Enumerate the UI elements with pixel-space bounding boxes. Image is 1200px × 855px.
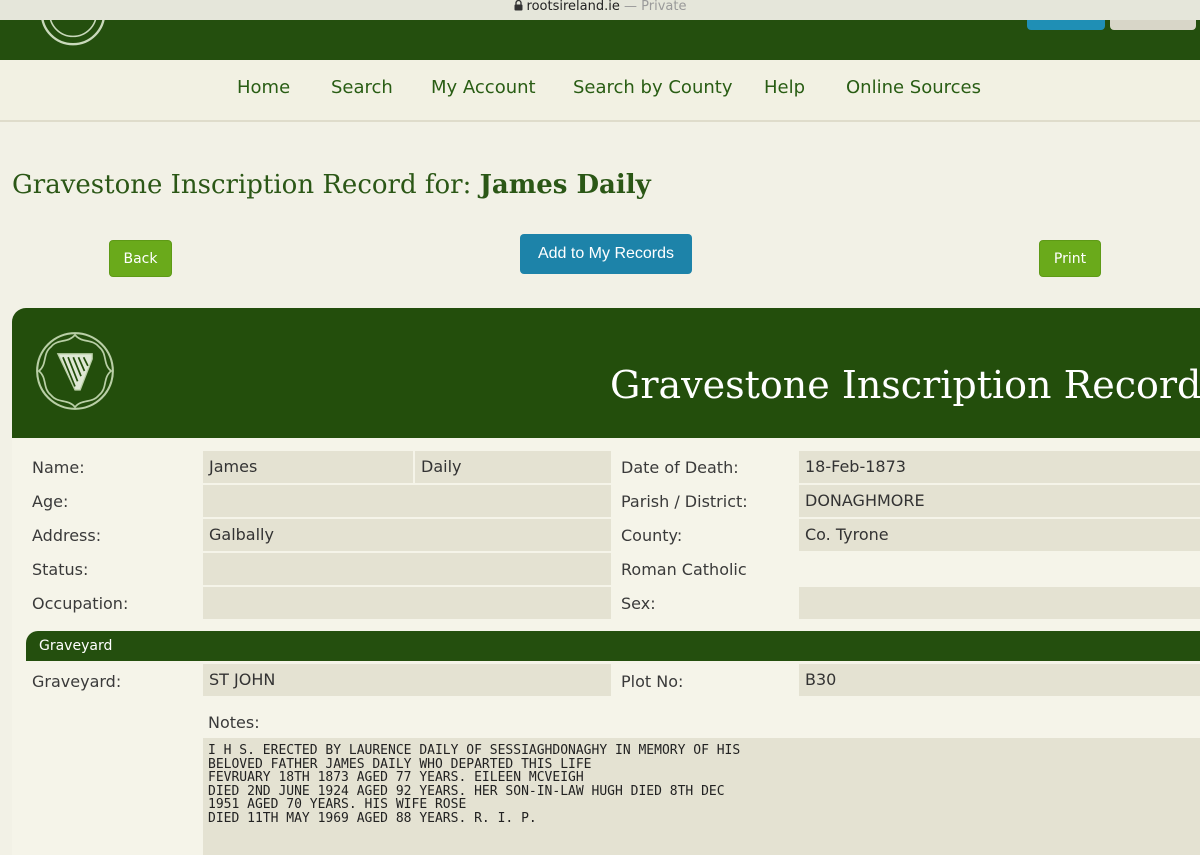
lock-icon: [514, 0, 523, 11]
religion-label: Roman Catholic: [621, 560, 747, 579]
print-button[interactable]: Print: [1039, 240, 1101, 277]
name-label: Name:: [32, 458, 85, 477]
harp-logo-icon: [36, 332, 114, 410]
add-to-my-records-button[interactable]: Add to My Records: [520, 234, 692, 274]
occupation-value: [203, 587, 611, 619]
status-value: [203, 553, 611, 585]
graveyard-section-header: Graveyard: [26, 631, 1200, 661]
occupation-label: Occupation:: [32, 594, 129, 613]
graveyard-value: ST JOHN: [203, 664, 611, 696]
back-button[interactable]: Back: [109, 240, 172, 277]
first-name-value: James: [203, 451, 413, 483]
nav-home[interactable]: Home: [237, 77, 290, 98]
sex-label: Sex:: [621, 594, 656, 613]
sex-value: [799, 587, 1200, 619]
plot-value: B30: [799, 664, 1200, 696]
age-value: [203, 485, 611, 517]
date-of-death-label: Date of Death:: [621, 458, 739, 477]
page-title: Gravestone Inscription Record for: James…: [12, 170, 651, 200]
browser-url-bar[interactable]: rootsireland.ie — Private: [0, 0, 1200, 20]
url-domain: rootsireland.ie: [526, 0, 620, 14]
page-title-name: James Daily: [479, 170, 651, 200]
record-header: Gravestone Inscription Record: [12, 308, 1200, 438]
plot-label: Plot No:: [621, 672, 684, 691]
address-label: Address:: [32, 526, 102, 545]
nav-my-account[interactable]: My Account: [431, 77, 536, 98]
address-value: Galbally: [203, 519, 611, 551]
notes-text: I H S. ERECTED BY LAURENCE DAILY OF SESS…: [203, 738, 1200, 855]
date-of-death-value: 18-Feb-1873: [799, 451, 1200, 483]
status-label: Status:: [32, 560, 89, 579]
notes-label: Notes:: [208, 713, 260, 732]
surname-value: Daily: [415, 451, 611, 483]
county-value: Co. Tyrone: [799, 519, 1200, 551]
record-panel: Gravestone Inscription Record Name: Jame…: [12, 308, 1200, 855]
main-nav: Home Search My Account Search by County …: [0, 60, 1200, 122]
age-label: Age:: [32, 492, 69, 511]
nav-help[interactable]: Help: [764, 77, 805, 98]
record-header-title: Gravestone Inscription Record: [610, 363, 1200, 407]
county-label: County:: [621, 526, 683, 545]
nav-search-by-county[interactable]: Search by County: [573, 77, 732, 98]
parish-label: Parish / District:: [621, 492, 748, 511]
page-title-prefix: Gravestone Inscription Record for:: [12, 170, 472, 200]
nav-search[interactable]: Search: [331, 77, 393, 98]
parish-value: DONAGHMORE: [799, 485, 1200, 517]
nav-online-sources[interactable]: Online Sources: [846, 77, 981, 98]
privacy-label: — Private: [624, 0, 687, 14]
graveyard-label: Graveyard:: [32, 672, 122, 691]
